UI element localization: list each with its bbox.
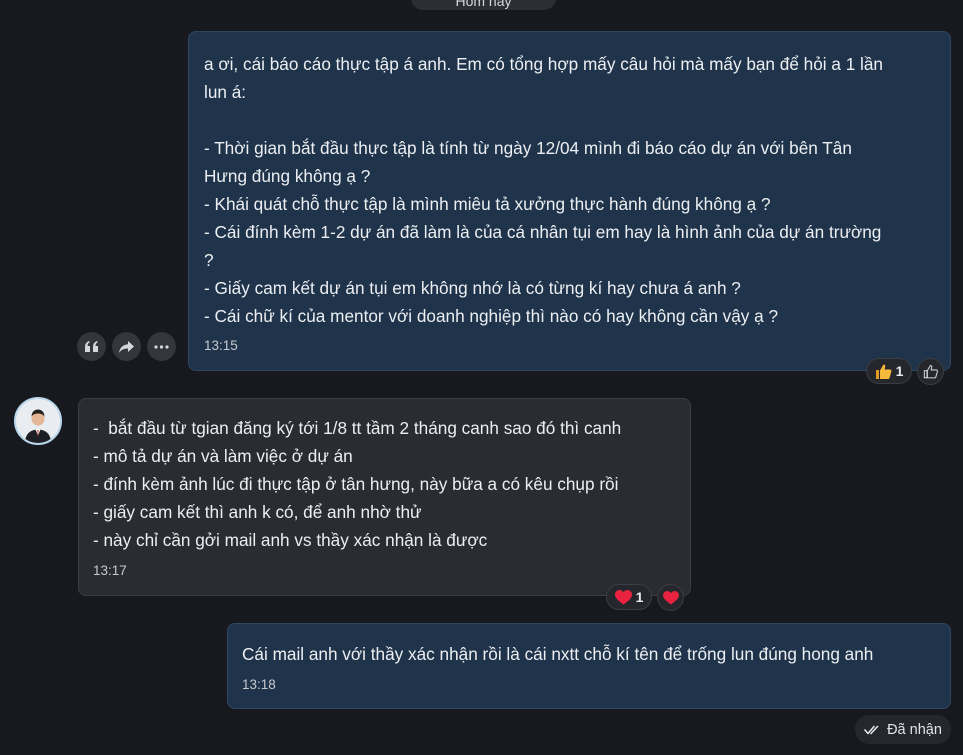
message-line: a ơi, cái báo cáo thực tập á anh. Em có … (204, 54, 883, 74)
quote-icon (85, 341, 98, 352)
heart-icon (614, 589, 632, 604)
message-line: - giấy cam kết thì anh k có, để anh nhờ … (93, 502, 422, 522)
message-line: lun á: (204, 82, 247, 102)
delivery-status: Đã nhận (855, 715, 951, 744)
share-icon (119, 340, 134, 353)
message-line: Hưng đúng không ạ ? (204, 166, 371, 186)
avatar[interactable] (14, 397, 62, 445)
reaction-thumbs-up[interactable]: 1 (866, 358, 912, 384)
message-line: - bắt đầu từ tgian đăng ký tới 1/8 tt tầ… (93, 418, 622, 438)
message-text: a ơi, cái báo cáo thực tập á anh. Em có … (204, 50, 935, 330)
double-check-icon (864, 725, 879, 734)
reaction-heart[interactable]: 1 (606, 584, 652, 610)
message-line: Cái mail anh với thầy xác nhận rồi là cá… (242, 644, 874, 664)
status-label: Đã nhận (887, 721, 942, 738)
add-like-button[interactable] (917, 358, 944, 385)
message-line: - Khái quát chỗ thực tập là mình miêu tả… (204, 194, 771, 214)
message-line: - mô tả dự án và làm việc ở dự án (93, 446, 353, 466)
reaction-count: 1 (635, 589, 644, 605)
message-line: - Cái đính kèm 1-2 dự án đã làm là của c… (204, 222, 882, 242)
message-bubble-incoming-1[interactable]: - bắt đầu từ tgian đăng ký tới 1/8 tt tầ… (78, 398, 691, 596)
quote-reply-button[interactable] (77, 332, 106, 361)
message-time: 13:18 (242, 677, 276, 692)
thumbs-up-outline-icon (923, 364, 938, 379)
thumbs-up-icon (875, 364, 892, 379)
add-heart-button[interactable] (657, 584, 684, 611)
message-time: 13:17 (93, 563, 127, 578)
date-divider: Hôm nay (411, 0, 556, 10)
message-line (204, 106, 935, 134)
person-icon (16, 399, 60, 443)
message-text: - bắt đầu từ tgian đăng ký tới 1/8 tt tầ… (93, 414, 676, 554)
message-line: - Giấy cam kết dự án tụi em không nhớ là… (204, 278, 741, 298)
message-line: - Thời gian bắt đầu thực tập là tính từ … (204, 138, 852, 158)
reaction-count: 1 (895, 363, 904, 379)
message-line: - này chỉ cần gởi mail anh vs thầy xác n… (93, 530, 488, 550)
message-bubble-outgoing-1[interactable]: a ơi, cái báo cáo thực tập á anh. Em có … (188, 31, 951, 371)
forward-button[interactable] (112, 332, 141, 361)
message-line: ? (204, 250, 214, 270)
more-icon (154, 344, 169, 349)
heart-icon (662, 590, 679, 605)
message-line: - Cái chữ kí của mentor với doanh nghiệp… (204, 306, 779, 326)
message-bubble-outgoing-2[interactable]: Cái mail anh với thầy xác nhận rồi là cá… (227, 623, 951, 709)
message-line: - đính kèm ảnh lúc đi thực tập ở tân hưn… (93, 474, 619, 494)
message-text: Cái mail anh với thầy xác nhận rồi là cá… (242, 640, 936, 668)
more-options-button[interactable] (147, 332, 176, 361)
message-time: 13:15 (204, 338, 238, 353)
